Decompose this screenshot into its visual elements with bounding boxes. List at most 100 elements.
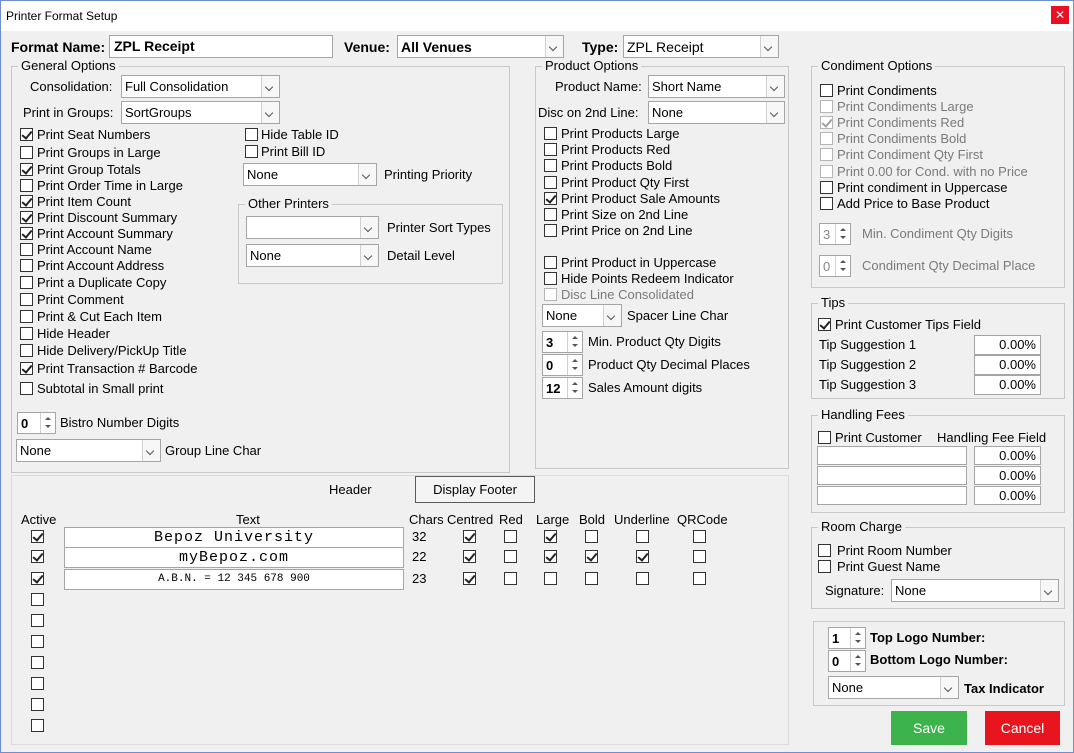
header-row-active-checkbox[interactable]	[31, 550, 44, 563]
top-logo-spinner[interactable]: 1	[828, 627, 866, 649]
header-row-centred-checkbox[interactable]	[463, 530, 476, 543]
bottom-logo-spinner[interactable]: 0	[828, 650, 866, 672]
print-bill-id-checkbox[interactable]	[245, 145, 258, 158]
print-discount-summary-checkbox[interactable]	[20, 211, 33, 224]
disc-2nd-line-select[interactable]: None	[648, 101, 785, 124]
bistro-digits-spinner[interactable]: 0	[17, 412, 56, 434]
print-price-on-2nd-line-checkbox[interactable]	[544, 224, 557, 238]
cancel-button[interactable]: Cancel	[985, 711, 1060, 745]
header-row-active-checkbox[interactable]	[31, 593, 44, 606]
print-product-qty-first-checkbox[interactable]	[544, 175, 557, 189]
save-button[interactable]: Save	[891, 711, 967, 745]
header-row-underline-checkbox[interactable]	[636, 572, 649, 585]
print-in-groups-select[interactable]: SortGroups	[121, 101, 280, 124]
disc-line-consolidated-checkbox[interactable]	[544, 288, 557, 301]
header-row-active-checkbox[interactable]	[31, 635, 44, 648]
hide-header-checkbox[interactable]	[20, 327, 33, 340]
print-room-number-checkbox[interactable]	[818, 544, 831, 557]
print-condiment-in-uppercase-checkbox[interactable]	[820, 180, 833, 194]
print-condiments-red-checkbox[interactable]	[820, 116, 833, 130]
print-account-name-checkbox[interactable]	[20, 243, 33, 256]
print-comment-checkbox[interactable]	[20, 293, 33, 306]
printing-priority-select[interactable]: None	[243, 163, 377, 186]
header-row-active-checkbox[interactable]	[31, 530, 44, 543]
tip-suggestion-input[interactable]: 0.00%	[974, 355, 1041, 375]
subtotal-in-small-print-checkbox[interactable]	[20, 382, 33, 395]
header-row-bold-checkbox[interactable]	[585, 550, 598, 563]
print-products-large-checkbox[interactable]	[544, 127, 557, 140]
print-group-totals-checkbox[interactable]	[20, 163, 33, 176]
print-transaction-barcode-checkbox[interactable]	[20, 362, 33, 375]
handling-fee-value-input[interactable]: 0.00%	[974, 446, 1041, 465]
add-price-to-base-product-checkbox[interactable]	[820, 196, 833, 210]
header-row-red-checkbox[interactable]	[504, 530, 517, 543]
tax-indicator-select[interactable]: None	[828, 676, 959, 699]
tip-suggestion-input[interactable]: 0.00%	[974, 375, 1041, 395]
venue-select[interactable]: All Venues	[397, 35, 564, 58]
signature-select[interactable]: None	[891, 579, 1059, 602]
print-size-on-2nd-line-checkbox[interactable]	[544, 208, 557, 221]
header-row-large-checkbox[interactable]	[544, 550, 557, 563]
print-guest-name-checkbox[interactable]	[818, 560, 831, 573]
print-product-sale-amounts-checkbox[interactable]	[544, 191, 557, 205]
hide-table-id-checkbox[interactable]	[245, 128, 258, 141]
handling-fee-name-input[interactable]	[817, 486, 967, 505]
print-product-in-uppercase-checkbox[interactable]	[544, 256, 557, 269]
header-row-large-checkbox[interactable]	[544, 530, 557, 543]
hide-points-redeem-indicator-checkbox[interactable]	[544, 272, 557, 285]
header-row-large-checkbox[interactable]	[544, 572, 557, 585]
hide-delivery-pickup-title-checkbox[interactable]	[20, 344, 33, 357]
print-products-red-checkbox[interactable]	[544, 143, 557, 157]
header-row-qrcode-checkbox[interactable]	[693, 530, 706, 543]
print-cut-each-item-checkbox[interactable]	[20, 310, 33, 323]
detail-level-select[interactable]: None	[246, 244, 379, 267]
min-product-qty-spinner[interactable]: 3	[542, 331, 583, 353]
header-row-qrcode-checkbox[interactable]	[693, 550, 706, 563]
type-select[interactable]: ZPL Receipt	[623, 35, 779, 58]
display-footer-button[interactable]: Display Footer	[415, 476, 535, 503]
sales-amount-spinner[interactable]: 12	[542, 377, 583, 399]
spinner-arrows-icon[interactable]	[567, 332, 582, 352]
header-row-underline-checkbox[interactable]	[636, 550, 649, 563]
handling-fee-value-input[interactable]: 0.00%	[974, 486, 1041, 505]
header-row-active-checkbox[interactable]	[31, 656, 44, 669]
print-account-address-checkbox[interactable]	[20, 259, 33, 272]
format-name-input[interactable]: ZPL Receipt	[109, 35, 333, 58]
product-qty-decimal-spinner[interactable]: 0	[542, 354, 583, 376]
spinner-arrows-icon[interactable]	[567, 355, 582, 375]
spacer-line-char-select[interactable]: None	[542, 304, 622, 327]
header-row-active-checkbox[interactable]	[31, 677, 44, 690]
spinner-arrows-icon[interactable]	[835, 256, 850, 276]
spinner-arrows-icon[interactable]	[850, 651, 865, 671]
header-row-red-checkbox[interactable]	[504, 572, 517, 585]
tab-header[interactable]: Header	[329, 482, 372, 498]
header-row-active-checkbox[interactable]	[31, 572, 44, 585]
print-seat-numbers-checkbox[interactable]	[20, 128, 33, 141]
header-row-qrcode-checkbox[interactable]	[693, 572, 706, 585]
print-condiment-qty-first-checkbox[interactable]	[820, 148, 833, 162]
print-order-time-in-large-checkbox[interactable]	[20, 179, 33, 192]
print-tips-field-checkbox[interactable]	[818, 318, 831, 331]
print-account-summary-checkbox[interactable]	[20, 227, 33, 240]
handling-fee-value-input[interactable]: 0.00%	[974, 466, 1041, 485]
printer-sort-types-select[interactable]	[246, 216, 379, 239]
handling-fee-name-input[interactable]	[817, 446, 967, 465]
print-condiments-checkbox[interactable]	[820, 84, 833, 97]
header-row-centred-checkbox[interactable]	[463, 572, 476, 585]
group-line-char-select[interactable]: None	[16, 439, 161, 462]
header-row-text-input[interactable]: A.B.N. = 12 345 678 900	[64, 569, 404, 590]
print-customer-handling-checkbox[interactable]	[818, 431, 831, 444]
header-row-text-input[interactable]: myBepoz.com	[64, 547, 404, 568]
header-row-bold-checkbox[interactable]	[585, 530, 598, 543]
spinner-arrows-icon[interactable]	[835, 224, 850, 244]
header-row-active-checkbox[interactable]	[31, 614, 44, 627]
header-row-active-checkbox[interactable]	[31, 719, 44, 732]
print-item-count-checkbox[interactable]	[20, 195, 33, 208]
tip-suggestion-input[interactable]: 0.00%	[974, 335, 1041, 355]
spinner-arrows-icon[interactable]	[850, 628, 865, 648]
print-a-duplicate-copy-checkbox[interactable]	[20, 276, 33, 289]
product-name-select[interactable]: Short Name	[648, 75, 785, 98]
header-row-centred-checkbox[interactable]	[463, 550, 476, 563]
close-button[interactable]: ✕	[1051, 6, 1069, 24]
header-row-text-input[interactable]: Bepoz University	[64, 527, 404, 548]
